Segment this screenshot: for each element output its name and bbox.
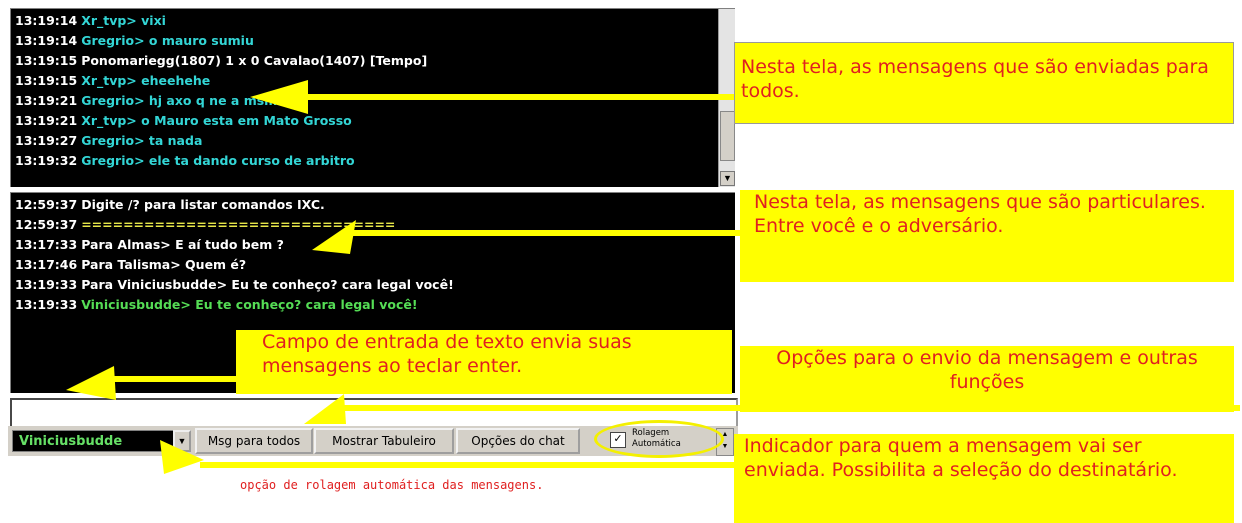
recipient-select[interactable]: Viniciusbudde bbox=[12, 430, 174, 452]
input-annotation: Campo de entrada de texto envia suas men… bbox=[236, 330, 732, 394]
chat-options-button[interactable]: Opções do chat bbox=[456, 428, 580, 454]
message: 12:59:37 Digite /? para listar comandos I… bbox=[15, 197, 325, 212]
pointer-bar bbox=[112, 376, 238, 382]
public-message-list: 13:19:14 Xr_tvp> vixi 13:19:14 Gregrio> o … bbox=[15, 11, 427, 171]
public-pane-annotation: Nesta tela, as mensagens que são enviada… bbox=[734, 42, 1234, 124]
arrow-head-icon bbox=[160, 440, 204, 474]
chevron-down-icon[interactable]: ▼ bbox=[720, 171, 735, 186]
message: 13:19:14 Gregrio> o mauro sumiu bbox=[15, 33, 254, 48]
autoscroll-caption: opção de rolagem automática das mensagen… bbox=[240, 478, 544, 492]
scroll-thumb[interactable] bbox=[720, 111, 735, 161]
show-board-button[interactable]: Mostrar Tabuleiro bbox=[314, 428, 454, 454]
arrow-head-icon bbox=[250, 80, 308, 114]
message: 13:17:33 Para Almas> E aí tudo bem ? bbox=[15, 237, 284, 252]
recipient-annotation: Indicador para quem a mensagem vai ser e… bbox=[734, 434, 1234, 523]
message: 13:19:14 Xr_tvp> vixi bbox=[15, 13, 166, 28]
pointer-bar bbox=[304, 94, 736, 100]
message: 13:19:15 Xr_tvp> eheehehe bbox=[15, 73, 211, 88]
highlight-oval bbox=[594, 420, 724, 458]
options-annotation: Opções para o envio da mensagem e outras… bbox=[740, 346, 1234, 412]
message: 13:19:27 Gregrio> ta nada bbox=[15, 133, 203, 148]
pointer-bar bbox=[200, 462, 734, 468]
arrow-head-icon bbox=[66, 366, 116, 400]
pointer-bar bbox=[350, 230, 742, 236]
arrow-head-icon bbox=[312, 220, 356, 254]
msg-all-button[interactable]: Msg para todos bbox=[195, 428, 313, 454]
message: 13:19:33 Para Viniciusbudde> Eu te conheç… bbox=[15, 277, 454, 292]
arrow-head-icon bbox=[304, 394, 346, 424]
message: 13:19:21 Xr_tvp> o Mauro esta em Mato Gro… bbox=[15, 113, 352, 128]
message: 13:19:15 Ponomariegg(1807) 1 x 0 Cavalao(… bbox=[15, 53, 428, 68]
private-message-list: 12:59:37 Digite /? para listar comandos I… bbox=[15, 195, 454, 315]
message: 13:19:33 Viniciusbudde> Eu te conheço? ca… bbox=[15, 297, 418, 312]
private-pane-annotation: Nesta tela, as mensagens que são particu… bbox=[740, 190, 1234, 282]
message: 13:19:32 Gregrio> ele ta dando curso de a… bbox=[15, 153, 355, 168]
message: 13:17:46 Para Talisma> Quem é? bbox=[15, 257, 247, 272]
